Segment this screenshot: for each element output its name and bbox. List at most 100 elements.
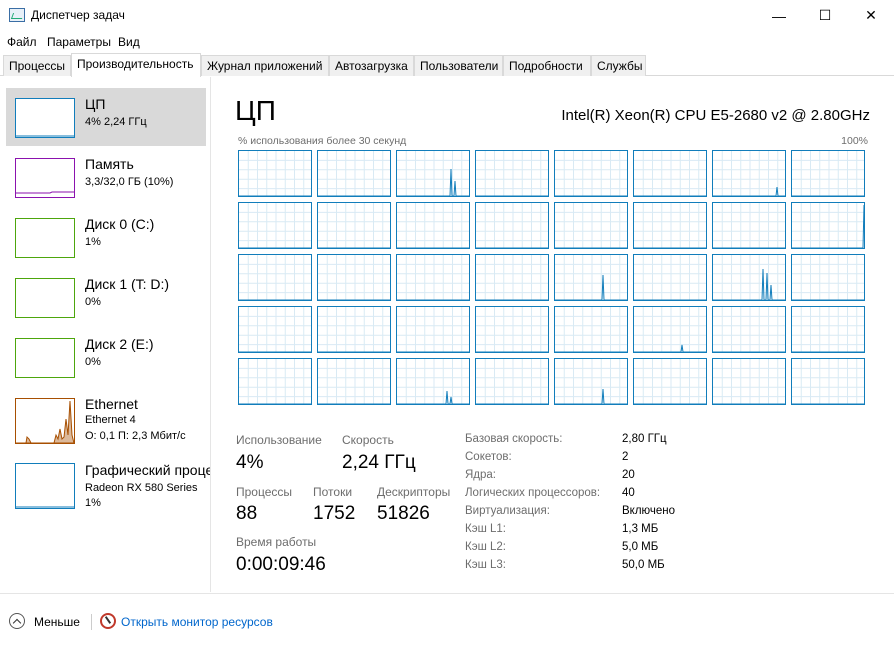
logical-processors-value: 40 bbox=[622, 487, 635, 499]
task-manager-icon bbox=[9, 8, 25, 22]
logical-processor-graph bbox=[317, 358, 391, 405]
sidebar-item-label: ЦП bbox=[85, 96, 106, 112]
sidebar-item-disk-2[interactable]: Диск 2 (E:) 0% bbox=[6, 328, 206, 386]
sidebar-item-label: Диск 2 (E:) bbox=[85, 336, 154, 352]
usage-value: 4% bbox=[236, 452, 264, 473]
tab-app-history[interactable]: Журнал приложений bbox=[201, 55, 329, 76]
logical-processor-graph bbox=[791, 254, 865, 301]
tab-processes[interactable]: Процессы bbox=[3, 55, 71, 76]
logical-processor-graph bbox=[554, 254, 628, 301]
logical-processor-graph bbox=[633, 358, 707, 405]
sidebar-item-cpu[interactable]: ЦП 4% 2,24 ГГц bbox=[6, 88, 206, 146]
processes-label: Процессы bbox=[236, 485, 293, 499]
logical-processor-graph bbox=[712, 358, 786, 405]
disk-thumbnail-graph bbox=[15, 278, 75, 318]
cores-value: 20 bbox=[622, 469, 635, 481]
sidebar-item-detail: Radeon RX 580 Series bbox=[85, 482, 198, 494]
threads-value: 1752 bbox=[313, 503, 356, 524]
sidebar-item-ethernet[interactable]: Ethernet Ethernet 4 О: 0,1 П: 2,3 Мбит/с bbox=[6, 388, 206, 446]
sidebar-item-disk-0[interactable]: Диск 0 (C:) 1% bbox=[6, 208, 206, 266]
l1-cache-value: 1,3 МБ bbox=[622, 523, 659, 535]
sidebar-item-label: Графический процессор 0 bbox=[85, 462, 210, 478]
resource-monitor-icon[interactable] bbox=[100, 613, 116, 629]
logical-processor-graph bbox=[317, 202, 391, 249]
processes-value: 88 bbox=[236, 503, 258, 524]
tab-services[interactable]: Службы bbox=[591, 55, 646, 76]
footer-bar: Меньше Открыть монитор ресурсов bbox=[0, 593, 894, 646]
page-title: ЦП bbox=[235, 95, 276, 126]
virtualization-label: Виртуализация: bbox=[465, 505, 550, 517]
sidebar-item-throughput: О: 0,1 П: 2,3 Мбит/с bbox=[85, 430, 186, 442]
tab-details[interactable]: Подробности bbox=[503, 55, 591, 76]
cores-label: Ядра: bbox=[465, 469, 497, 481]
logical-processor-graph bbox=[712, 202, 786, 249]
sockets-label: Сокетов: bbox=[465, 451, 512, 463]
logical-processor-graph bbox=[633, 254, 707, 301]
chevron-up-icon[interactable] bbox=[9, 613, 25, 629]
ethernet-thumbnail-graph bbox=[15, 398, 75, 444]
menu-file[interactable]: Файл bbox=[7, 35, 37, 49]
logical-processor-graph bbox=[317, 306, 391, 353]
menu-view[interactable]: Вид bbox=[118, 35, 140, 49]
footer-divider bbox=[91, 614, 92, 630]
title-bar: Диспетчер задач — ☐ ✕ bbox=[0, 0, 894, 31]
uptime-value: 0:00:09:46 bbox=[236, 554, 326, 575]
tab-startup[interactable]: Автозагрузка bbox=[329, 55, 414, 76]
minimize-button[interactable]: — bbox=[756, 0, 802, 31]
logical-processor-graph bbox=[396, 254, 470, 301]
cpu-thumbnail-graph bbox=[15, 98, 75, 138]
logical-processor-graph bbox=[396, 358, 470, 405]
sidebar-item-disk-1[interactable]: Диск 1 (T: D:) 0% bbox=[6, 268, 206, 326]
l2-cache-value: 5,0 МБ bbox=[622, 541, 659, 553]
logical-processor-graph bbox=[396, 202, 470, 249]
logical-processor-graph bbox=[396, 306, 470, 353]
menu-bar: Файл Параметры Вид bbox=[0, 31, 894, 53]
logical-processor-graph bbox=[238, 306, 312, 353]
sidebar-item-label: Диск 1 (T: D:) bbox=[85, 276, 170, 292]
fewer-details-button[interactable]: Меньше bbox=[34, 615, 80, 629]
graph-caption: % использования более 30 секунд bbox=[238, 135, 407, 147]
menu-options[interactable]: Параметры bbox=[47, 35, 111, 49]
logical-processor-graph bbox=[238, 254, 312, 301]
handles-label: Дескрипторы bbox=[377, 485, 451, 499]
logical-processor-graphs bbox=[238, 150, 868, 407]
sidebar-item-gpu[interactable]: Графический процессор 0 Radeon RX 580 Se… bbox=[6, 458, 210, 516]
sidebar-item-usage: 1% bbox=[85, 497, 101, 509]
logical-processor-graph bbox=[554, 358, 628, 405]
logical-processor-graph bbox=[633, 150, 707, 197]
resource-sidebar: ЦП 4% 2,24 ГГц Память 3,3/32,0 ГБ (10%) … bbox=[0, 77, 211, 592]
logical-processor-graph bbox=[317, 254, 391, 301]
maximize-button[interactable]: ☐ bbox=[802, 0, 848, 31]
logical-processor-graph bbox=[554, 150, 628, 197]
tab-users[interactable]: Пользователи bbox=[414, 55, 503, 76]
cpu-model-name: Intel(R) Xeon(R) CPU E5-2680 v2 @ 2.80GH… bbox=[561, 107, 870, 124]
l3-cache-value: 50,0 МБ bbox=[622, 559, 665, 571]
usage-label: Использование bbox=[236, 433, 322, 447]
l1-cache-label: Кэш L1: bbox=[465, 523, 506, 535]
tab-performance[interactable]: Производительность bbox=[71, 53, 201, 77]
logical-processor-graph bbox=[712, 254, 786, 301]
l3-cache-label: Кэш L3: bbox=[465, 559, 506, 571]
sidebar-item-label: Ethernet bbox=[85, 396, 138, 412]
virtualization-value: Включено bbox=[622, 505, 676, 517]
logical-processor-graph bbox=[791, 306, 865, 353]
sidebar-item-detail: Ethernet 4 bbox=[85, 414, 136, 426]
cpu-performance-panel: ЦП Intel(R) Xeon(R) CPU E5-2680 v2 @ 2.8… bbox=[212, 77, 894, 592]
sidebar-item-detail: 4% 2,24 ГГц bbox=[85, 116, 147, 128]
logical-processor-graph bbox=[396, 150, 470, 197]
close-button[interactable]: ✕ bbox=[848, 0, 894, 31]
logical-processors-label: Логических процессоров: bbox=[465, 487, 601, 499]
sidebar-item-memory[interactable]: Память 3,3/32,0 ГБ (10%) bbox=[6, 148, 206, 206]
threads-label: Потоки bbox=[313, 485, 353, 499]
logical-processor-graph bbox=[791, 202, 865, 249]
logical-processor-graph bbox=[238, 358, 312, 405]
speed-label: Скорость bbox=[342, 433, 394, 447]
logical-processor-graph bbox=[475, 306, 549, 353]
open-resource-monitor-link[interactable]: Открыть монитор ресурсов bbox=[121, 615, 273, 629]
logical-processor-graph bbox=[712, 150, 786, 197]
logical-processor-graph bbox=[317, 150, 391, 197]
logical-processor-graph bbox=[712, 306, 786, 353]
logical-processor-graph bbox=[238, 150, 312, 197]
sidebar-item-detail: 0% bbox=[85, 296, 101, 308]
logical-processor-graph bbox=[633, 306, 707, 353]
